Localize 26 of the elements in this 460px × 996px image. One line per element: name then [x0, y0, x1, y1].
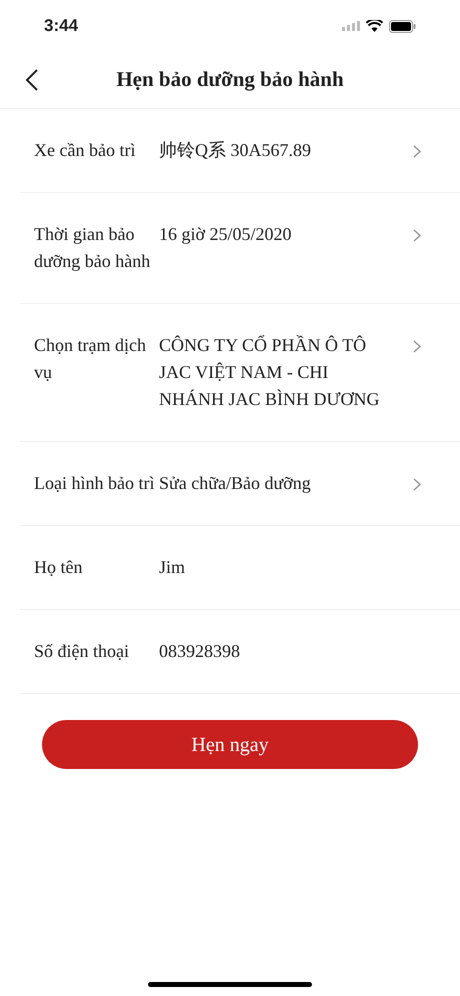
field-value: 16 giờ 25/05/2020 [159, 223, 293, 246]
field-label: Loại hình bảo trì [33, 472, 156, 495]
field-label: Số điện thoại [33, 640, 130, 663]
chevron-right-icon [413, 145, 421, 158]
field-value: Sửa chữa/Bảo dưỡng [159, 472, 312, 495]
field-label: Thời gian bảo dưỡng bảo hành [33, 223, 152, 273]
page-title: Hẹn bảo dưỡng bảo hành [116, 66, 344, 94]
field-label: Chọn trạm dịch vụ [33, 334, 147, 384]
field-label: Xe cần bảo trì [33, 139, 136, 162]
form-row[interactable]: Thời gian bảo dưỡng bảo hành 16 giờ 25/05/2020 [20, 193, 460, 304]
wifi-icon [366, 20, 383, 32]
field-value: Jim [159, 556, 186, 579]
field-value: CÔNG TY CỔ PHẦN Ô TÔ JAC VIỆT NAM - CHI NHÁNH JAC BÌNH DƯƠNG [159, 334, 380, 411]
chevron-right-icon [413, 229, 421, 242]
submit-button[interactable]: Hẹn ngay [42, 720, 418, 769]
form-row[interactable]: Xe cần bảo trì 帅铃Q系 30A567.89 [20, 109, 460, 193]
field-value: 帅铃Q系 30A567.89 [159, 139, 312, 162]
field-label: Họ tên [33, 556, 84, 579]
battery-icon [389, 20, 416, 32]
form-row[interactable]: Loại hình bảo trì Sửa chữa/Bảo dưỡng [20, 442, 460, 526]
chevron-right-icon [413, 478, 421, 491]
signal-icon [342, 21, 360, 31]
chevron-right-icon [413, 340, 421, 353]
status-time: 3:44 [44, 15, 78, 38]
field-value: 083928398 [159, 640, 241, 663]
form-row[interactable]: Chọn trạm dịch vụ CÔNG TY CỔ PHẦN Ô TÔ JAC VIỆT NAM - CHI NHÁNH JAC BÌNH DƯƠNG [20, 304, 460, 442]
